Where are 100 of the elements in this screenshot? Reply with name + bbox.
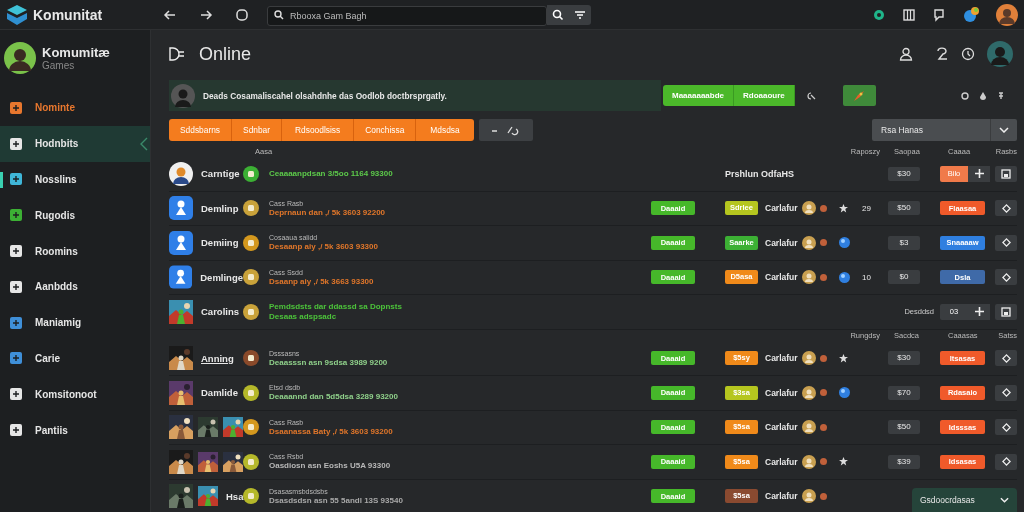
- item-detail: Dsasdsdsn asn 55 5andl 13S 93540: [269, 495, 404, 505]
- value-field: $39: [888, 454, 920, 469]
- star-icon: [838, 203, 848, 213]
- options-button[interactable]: [995, 384, 1017, 401]
- item-name[interactable]: Demlinp: [201, 202, 239, 214]
- save-icon: [1001, 306, 1011, 317]
- options-button[interactable]: [995, 269, 1017, 286]
- owner-name: Carlafur: [765, 422, 798, 433]
- add-button[interactable]: [968, 165, 990, 182]
- add-button[interactable]: [968, 303, 990, 320]
- dot-icon: [819, 273, 827, 281]
- item-name[interactable]: Damlide: [201, 387, 238, 399]
- search-icon: [552, 8, 564, 21]
- dot-icon: [819, 492, 827, 500]
- item-name[interactable]: Demiing: [201, 237, 239, 249]
- avatar[interactable]: [996, 3, 1018, 26]
- avatar: [801, 385, 816, 400]
- save-button[interactable]: [995, 165, 1017, 182]
- back-icon[interactable]: [163, 7, 177, 22]
- value-field: $3: [888, 235, 920, 250]
- diamond-icon: [1001, 203, 1011, 213]
- item-detail: Ceaaaanpdsan 3/5oo 1164 93300: [269, 169, 394, 179]
- dot-icon: [819, 389, 827, 397]
- diamond-icon: [1001, 457, 1011, 467]
- owner-name: Carlafur: [765, 272, 798, 283]
- owner-name: Carlafur: [765, 237, 798, 248]
- item-name[interactable]: Carolins: [201, 306, 239, 318]
- profile-name: Komumitæ: [42, 45, 110, 60]
- sort-dropdown[interactable]: Rsa Hanas: [872, 119, 1017, 141]
- diamond-icon: [1001, 388, 1011, 398]
- dot-icon: [819, 354, 827, 362]
- dot-icon: [819, 423, 827, 431]
- avatar: [801, 270, 816, 285]
- search-field[interactable]: Rbooxa Gam Bagh: [267, 5, 547, 26]
- app-name: Komunitat: [33, 6, 103, 23]
- forward-icon[interactable]: [199, 7, 213, 22]
- count: 10: [862, 272, 872, 282]
- avatar: [801, 454, 816, 469]
- dot-icon: [819, 458, 827, 466]
- item-detail: Deaasssn asn 9sdsa 3989 9200: [269, 357, 389, 367]
- sidebar-item[interactable]: Roomins: [0, 233, 150, 269]
- avatar: [4, 42, 36, 74]
- item-name[interactable]: Hsa: [226, 490, 244, 502]
- avatar: [169, 161, 193, 186]
- value-field: $50: [888, 201, 920, 216]
- figure-icon: [169, 196, 193, 221]
- item-detail: Dsaanp aiy ,/ 5k 3663 93300: [269, 276, 375, 286]
- tools-button[interactable]: [478, 119, 533, 141]
- options-button[interactable]: [995, 234, 1017, 251]
- plus-icon: [974, 169, 984, 179]
- sidebar-item[interactable]: Pantiis: [0, 412, 150, 448]
- globe-icon: [838, 387, 850, 399]
- avatar: [801, 201, 816, 216]
- user-icon[interactable]: [899, 47, 913, 61]
- avatar: [801, 351, 816, 366]
- figure-icon: [169, 265, 193, 290]
- sidebar-item[interactable]: Rugodis: [0, 197, 150, 234]
- banner-text: Deads Cosamaliscahel olsahdnhe das Oodlob doctbrsprgatly.: [203, 90, 447, 101]
- owner-name: Carlafur: [765, 456, 798, 467]
- clock-icon[interactable]: [961, 47, 975, 61]
- chevron-icon: [140, 136, 148, 151]
- chevron-icon: [1000, 497, 1009, 503]
- value-field: $0: [888, 270, 920, 285]
- footer-dropdown[interactable]: Gsdoocrdasas: [912, 488, 1017, 512]
- plus-icon: [974, 307, 984, 317]
- options-button[interactable]: [995, 419, 1017, 436]
- sidebar-item[interactable]: Maniamig: [0, 304, 150, 341]
- grid-icon[interactable]: [902, 7, 916, 22]
- value-field: $30: [888, 351, 920, 366]
- globe-icon: [838, 271, 850, 283]
- sidebar-item[interactable]: Carie: [0, 340, 150, 377]
- save-button[interactable]: [995, 303, 1017, 320]
- rocket-button[interactable]: [842, 85, 876, 106]
- item-detail: Pemdsdsts dar ddassd sa Dopnsts: [269, 302, 403, 312]
- options-button[interactable]: [995, 453, 1017, 470]
- avatar[interactable]: [987, 41, 1013, 67]
- avatar: [801, 420, 816, 435]
- options-button[interactable]: [995, 350, 1017, 367]
- owner-name: Carlafur: [765, 203, 798, 214]
- rocket-icon: [852, 88, 867, 103]
- options-button[interactable]: [995, 200, 1017, 217]
- diamond-icon: [1001, 238, 1011, 248]
- item-name[interactable]: Anning: [201, 352, 234, 364]
- item-name[interactable]: Carntige: [201, 168, 240, 180]
- drop-icon[interactable]: [979, 91, 987, 100]
- sidebar-item[interactable]: Nominte: [0, 90, 150, 126]
- item-name[interactable]: Demlinge: [200, 271, 243, 283]
- diamond-icon: [1001, 272, 1011, 282]
- value-field: $70: [888, 385, 920, 400]
- sidebar-item[interactable]: Aanbdds: [0, 269, 150, 305]
- item-detail: Desaanp aiy ,/ 5k 3603 93300: [269, 242, 379, 252]
- avatar: [171, 83, 195, 108]
- chat-icon[interactable]: [932, 7, 946, 22]
- sidebar-item[interactable]: Nosslins: [0, 161, 150, 198]
- logo-icon: [6, 3, 28, 26]
- chevron-icon: [999, 127, 1009, 133]
- sidebar-item[interactable]: Komsitonoot: [0, 376, 150, 413]
- item-detail: Deaaannd dan 5d5dsa 3289 93200: [269, 392, 399, 402]
- sidebar-item[interactable]: Hodnbits: [0, 125, 150, 162]
- page-title: Online: [199, 43, 252, 65]
